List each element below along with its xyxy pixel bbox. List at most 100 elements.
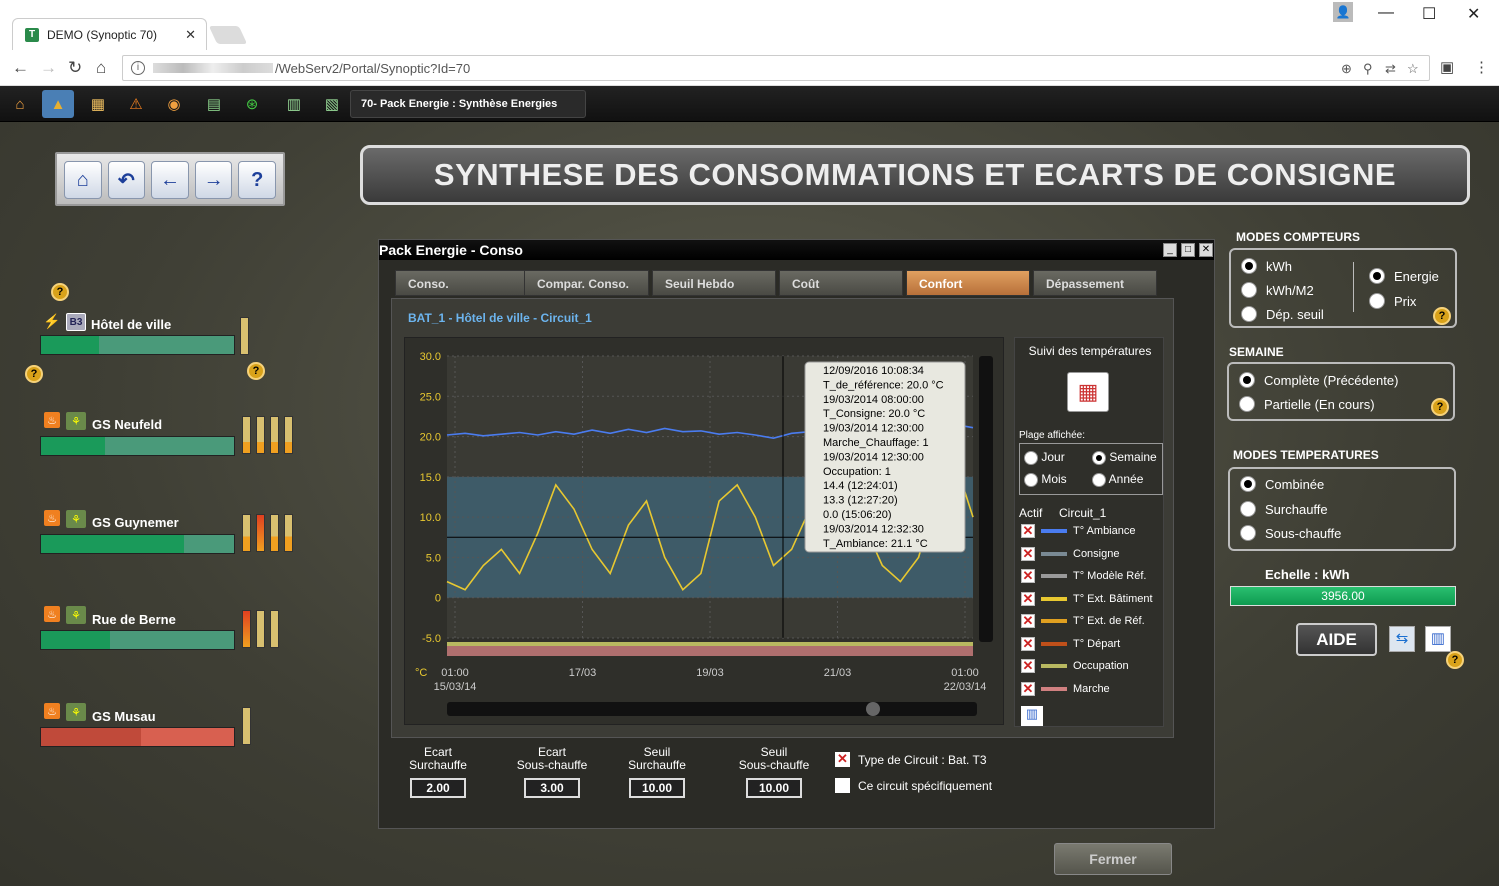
param-input[interactable]: 2.00 [410, 778, 466, 798]
calendar-icon[interactable]: ▤ [198, 90, 230, 118]
radio-kwh-m2[interactable]: kWh/M2 [1241, 282, 1314, 298]
alarm-icon[interactable]: ⚠ [120, 90, 152, 118]
radio-complete[interactable]: Complète (Précédente) [1239, 372, 1398, 388]
building-gs-musau[interactable]: ♨ ⚘ GS Musau [40, 703, 300, 763]
legend-item[interactable]: ✕ T° Ambiance [1021, 524, 1135, 538]
radio-semaine[interactable]: Semaine [1092, 450, 1157, 465]
bookmark-star-icon[interactable]: ☆ [1407, 61, 1419, 77]
url-input[interactable]: i /WebServ2/Portal/Synoptic?Id=70 ⊕ ⚲ ⇄ … [122, 55, 1430, 81]
radio-kwh[interactable]: kWh [1241, 258, 1292, 274]
building-gs-neufeld[interactable]: ♨ ⚘ GS Neufeld [40, 412, 300, 472]
key-icon[interactable]: ⚲ [1363, 61, 1373, 77]
nav-help-button[interactable]: ? [238, 161, 276, 199]
tab-depassement[interactable]: Dépassement [1033, 270, 1157, 296]
grid-icon[interactable]: ▦ [82, 90, 114, 118]
legend-item[interactable]: ✕ T° Ext. Bâtiment [1021, 591, 1153, 606]
zoom-icon[interactable]: ⊕ [1341, 61, 1352, 77]
checkbox-empty-icon[interactable] [835, 778, 850, 793]
legend-checkbox-icon[interactable]: ✕ [1021, 591, 1035, 606]
minimize-icon[interactable]: — [1378, 4, 1394, 22]
radio-dep-seuil[interactable]: Dép. seuil [1241, 306, 1324, 322]
legend-checkbox-icon[interactable]: ✕ [1021, 636, 1035, 651]
check-ce-circuit[interactable]: Ce circuit spécifiquement [835, 778, 992, 793]
forward-icon[interactable]: → [40, 58, 57, 78]
tab-conso[interactable]: Conso. [395, 270, 532, 296]
check-type-circuit[interactable]: ✕ Type de Circuit : Bat. T3 [835, 752, 987, 767]
legend-item[interactable]: ✕ T° Ext. de Réf. [1021, 614, 1145, 628]
back-icon[interactable]: ← [12, 58, 29, 78]
browser-tab[interactable]: T DEMO (Synoptic 70) ✕ [12, 18, 207, 50]
window-close-button[interactable]: ✕ [1199, 243, 1213, 257]
profile-icon[interactable]: 👤 [1333, 2, 1353, 22]
home-icon[interactable]: ⌂ [96, 58, 106, 78]
legend-item[interactable]: ✕ T° Modèle Réf. [1021, 569, 1146, 583]
tab-compar-conso[interactable]: Compar. Conso. [524, 270, 649, 296]
menu-icon[interactable]: ⋮ [1474, 58, 1489, 76]
tab-cout[interactable]: Coût [779, 270, 903, 296]
legend-checkbox-icon[interactable]: ✕ [1021, 524, 1035, 538]
tab-seuil-hebdo[interactable]: Seuil Hebdo [652, 270, 776, 296]
help-icon[interactable]: ? [1446, 651, 1464, 669]
help-icon[interactable]: ? [51, 283, 69, 301]
close-tab-icon[interactable]: ✕ [185, 27, 196, 43]
checkbox-checked-icon[interactable]: ✕ [835, 752, 850, 767]
legend-item[interactable]: ✕ Consigne [1021, 546, 1119, 561]
radio-label: kWh/M2 [1266, 282, 1314, 298]
document-icon[interactable]: ▧ [316, 90, 348, 118]
radio-souschauffe[interactable]: Sous-chauffe [1240, 525, 1341, 541]
fermer-button[interactable]: Fermer [1054, 843, 1172, 875]
globe-icon[interactable]: ◉ [158, 90, 190, 118]
legend-item[interactable]: ✕ Marche [1021, 681, 1110, 696]
param-input[interactable]: 3.00 [524, 778, 580, 798]
maximize-icon[interactable]: ☐ [1422, 4, 1436, 24]
legend-checkbox-icon[interactable]: ✕ [1021, 614, 1035, 628]
param-input[interactable]: 10.00 [746, 778, 802, 798]
home-icon[interactable]: ⌂ [4, 90, 36, 118]
chart-svg[interactable]: 30.0 25.0 20.0 15.0 10.0 5.0 0 -5.0 °C 01:00 15/03… [405, 338, 1003, 724]
legend-item[interactable]: ✕ Occupation [1021, 659, 1129, 673]
dashboard-icon[interactable]: ▲ [42, 90, 74, 118]
radio-mois[interactable]: Mois [1024, 472, 1067, 487]
nav-back-button[interactable]: ← [151, 161, 189, 199]
building-rue-de-berne[interactable]: ♨ ⚘ Rue de Berne [40, 606, 300, 666]
bar-chart-icon[interactable]: ▥ [1425, 626, 1451, 652]
radio-annee[interactable]: Année [1092, 472, 1143, 487]
radio-jour[interactable]: Jour [1024, 450, 1065, 465]
param-input[interactable]: 10.00 [629, 778, 685, 798]
nav-forward-button[interactable]: → [194, 161, 233, 199]
radio-energie[interactable]: Energie [1369, 268, 1439, 284]
reload-icon[interactable]: ↻ [68, 58, 82, 78]
legend-label: Occupation [1073, 660, 1129, 672]
radio-surchauffe[interactable]: Surchauffe [1240, 501, 1328, 517]
new-tab-button[interactable] [208, 26, 248, 44]
window-maximize-button[interactable]: □ [1181, 243, 1195, 257]
legend-checkbox-icon[interactable]: ✕ [1021, 681, 1035, 696]
level-bar [256, 610, 265, 648]
nav-undo-button[interactable]: ↶ [107, 161, 146, 199]
help-icon[interactable]: ? [1433, 307, 1451, 325]
info-icon[interactable]: i [131, 61, 145, 75]
legend-checkbox-icon[interactable]: ✕ [1021, 659, 1035, 673]
legend-checkbox-icon[interactable]: ✕ [1021, 569, 1035, 583]
help-icon[interactable]: ? [1431, 398, 1449, 416]
translate-icon[interactable]: ⇄ [1385, 61, 1396, 77]
report-icon[interactable]: ▥ [278, 90, 310, 118]
legend-item[interactable]: ✕ T° Départ [1021, 636, 1120, 651]
refresh-icon[interactable]: ⇆ [1389, 626, 1415, 652]
extension-icon[interactable]: ▣ [1440, 58, 1454, 76]
radio-combinee[interactable]: Combinée [1240, 476, 1324, 492]
nav-home-button[interactable]: ⌂ [64, 161, 102, 199]
tab-confort[interactable]: Confort [906, 270, 1030, 296]
compass-icon[interactable]: ⊛ [236, 90, 268, 118]
bar-chart-icon[interactable]: ▥ [1021, 706, 1043, 726]
y-tick-label: -5.0 [422, 633, 441, 645]
calendar-icon[interactable]: ▦ [1067, 372, 1109, 412]
radio-partielle[interactable]: Partielle (En cours) [1239, 396, 1375, 412]
radio-prix[interactable]: Prix [1369, 293, 1416, 309]
window-minimize-button[interactable]: _ [1163, 243, 1177, 257]
aide-button[interactable]: AIDE [1296, 623, 1377, 656]
legend-checkbox-icon[interactable]: ✕ [1021, 546, 1035, 561]
building-gs-guynemer[interactable]: ♨ ⚘ GS Guynemer [40, 510, 300, 570]
close-window-icon[interactable]: ✕ [1467, 4, 1480, 24]
building-hotel-de-ville[interactable]: ⚡ B3 Hôtel de ville [40, 313, 300, 373]
